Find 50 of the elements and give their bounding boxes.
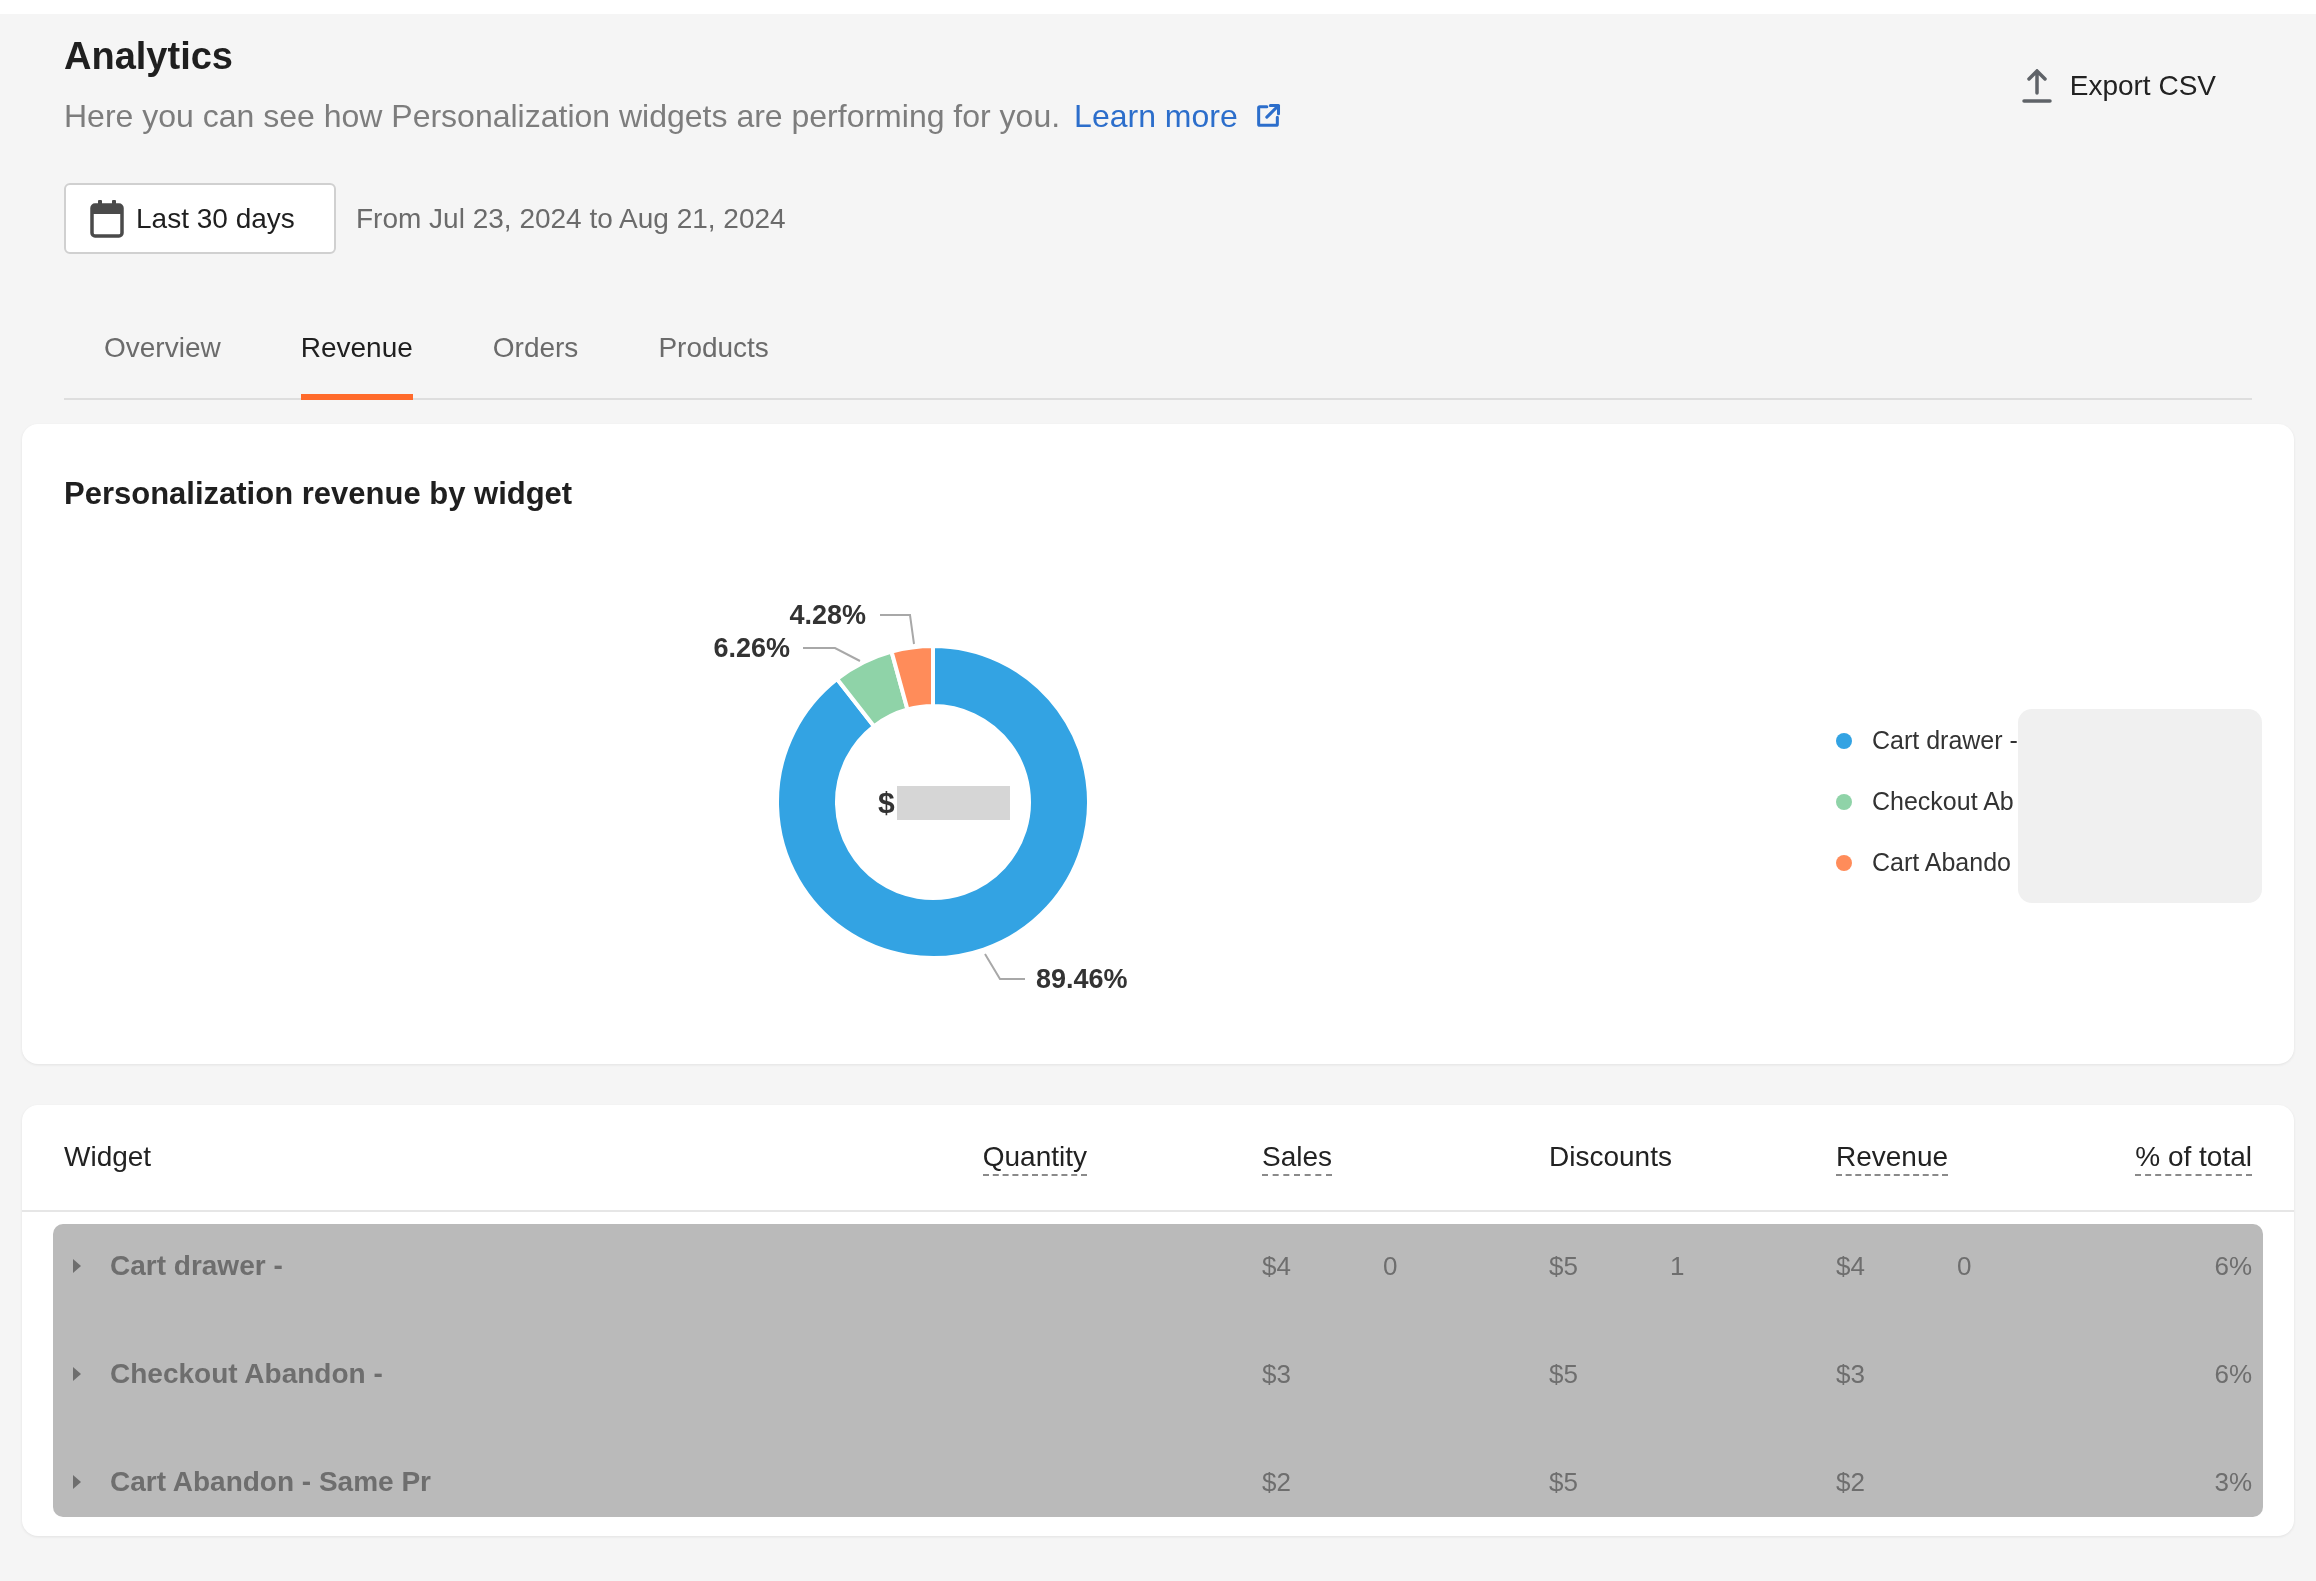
table-cell-text: $3 [1262, 1357, 1291, 1391]
table-cell-text: $4 [1836, 1249, 1865, 1283]
table-cell-text: $5 [1549, 1465, 1578, 1499]
date-range-button[interactable]: Last 30 days [64, 183, 336, 254]
tab[interactable]: Revenue [300, 330, 413, 400]
column-header[interactable]: Widget [64, 1139, 152, 1176]
page-title: Analytics [64, 36, 233, 76]
expand-caret-icon[interactable] [72, 1258, 82, 1274]
expand-caret-icon[interactable] [72, 1474, 82, 1490]
upload-icon [2021, 69, 2052, 103]
column-header[interactable]: Discounts [1549, 1139, 1672, 1176]
date-range-text: From Jul 23, 2024 to Aug 21, 2024 [356, 201, 786, 236]
leader-line [802, 647, 861, 662]
table-cell-text: 6% [2214, 1249, 2252, 1283]
table-cell-text: 1 [1669, 1249, 1685, 1283]
column-header[interactable]: Quantity [982, 1139, 1087, 1176]
table-cell-text: $4 [1262, 1249, 1291, 1283]
table-cell-text: 3% [2214, 1465, 2252, 1499]
leader-line [879, 614, 915, 645]
widget-name: Cart Abandon - Same Pr [110, 1465, 431, 1499]
leader-line [984, 953, 1026, 980]
column-header[interactable]: Sales [1262, 1139, 1333, 1176]
column-header[interactable]: % of total [2135, 1139, 2252, 1176]
widget-name: Cart drawer - [110, 1249, 283, 1283]
tab[interactable]: Products [658, 330, 769, 400]
card-title: Personalization revenue by widget [64, 475, 573, 513]
data-label: 89.46% [1036, 964, 1128, 994]
table-cell-text: 0 [1956, 1249, 1972, 1283]
learn-more-link[interactable]: Learn more [1074, 98, 1282, 134]
tab[interactable]: Overview [104, 330, 221, 400]
widget-name: Checkout Abandon - [110, 1357, 383, 1391]
data-label: 4.28% [789, 600, 866, 630]
table-cell-text: $5 [1549, 1249, 1578, 1283]
legend-label: Cart Abando [1872, 846, 2011, 878]
tab[interactable]: Orders [492, 330, 579, 400]
table-cell-text: $2 [1836, 1465, 1865, 1499]
table-cell-text: $5 [1549, 1357, 1578, 1391]
table-cell-text: 6% [2214, 1357, 2252, 1391]
calendar-icon [90, 199, 124, 238]
expand-caret-icon[interactable] [72, 1366, 82, 1382]
page-subtitle: Here you can see how Personalization widgets are performing for you. [64, 98, 1061, 134]
table-cell-text: $2 [1262, 1465, 1291, 1499]
legend-label: Cart drawer - [1872, 724, 2018, 756]
legend-label: Checkout Ab [1872, 785, 2014, 817]
table-cell-text: 0 [1382, 1249, 1398, 1283]
total-value: $ [878, 785, 895, 819]
data-label: 6.26% [713, 633, 790, 663]
column-header[interactable]: Revenue [1836, 1139, 1949, 1176]
table-cell-text: $3 [1836, 1357, 1865, 1391]
export-csv-button[interactable]: Export CSV [2021, 66, 2216, 106]
